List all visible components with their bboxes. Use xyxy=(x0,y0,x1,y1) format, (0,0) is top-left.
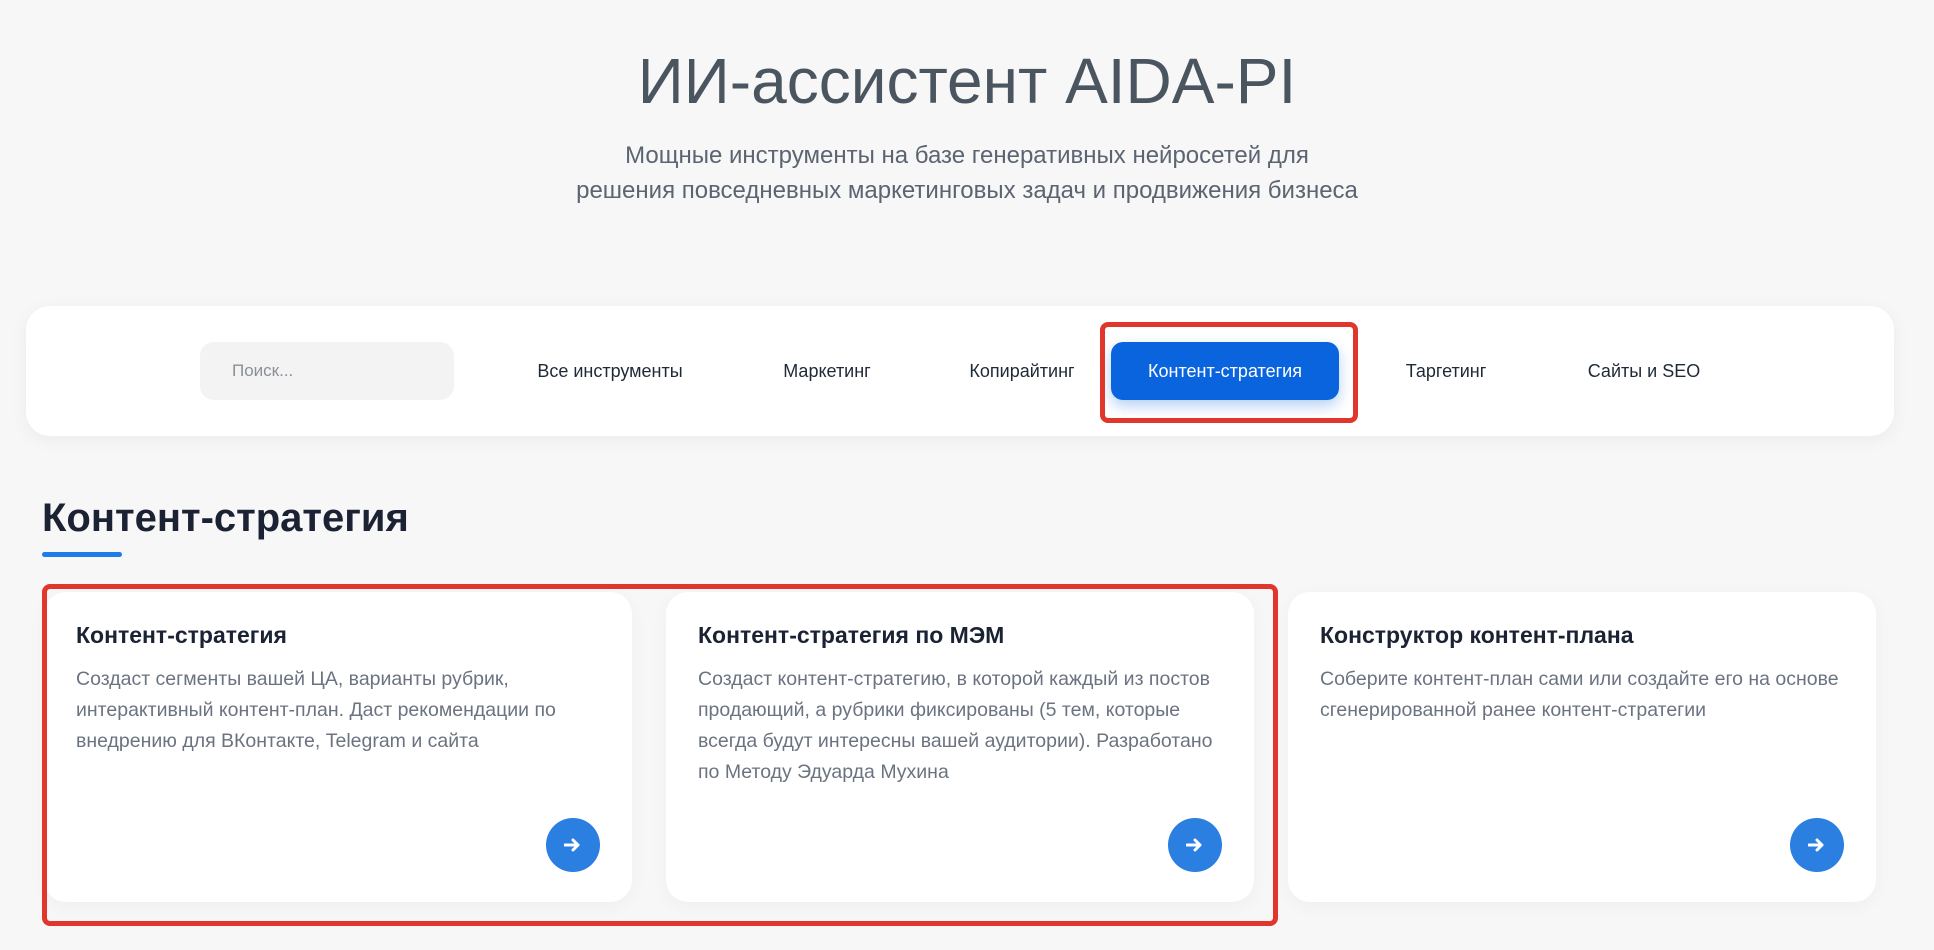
tool-card[interactable]: Контент-стратегия по МЭМ Создаст контент… xyxy=(666,592,1254,902)
tool-card[interactable]: Конструктор контент-плана Соберите конте… xyxy=(1288,592,1876,902)
tab-sites-seo[interactable]: Сайты и SEO xyxy=(1566,342,1722,400)
open-tool-button[interactable] xyxy=(1168,818,1222,872)
tab-marketing[interactable]: Маркетинг xyxy=(754,342,900,400)
tool-card[interactable]: Контент-стратегия Создаст сегменты вашей… xyxy=(44,592,632,902)
open-tool-button[interactable] xyxy=(546,818,600,872)
page-subtitle: Мощные инструменты на базе генеративных … xyxy=(0,138,1934,208)
card-title: Контент-стратегия по МЭМ xyxy=(698,622,1005,648)
card-description: Создаст контент-стратегию, в которой каж… xyxy=(698,668,1213,783)
card-description: Соберите контент-план сами или создайте … xyxy=(1320,668,1839,721)
card-title: Контент-стратегия xyxy=(76,622,287,648)
tab-content-strategy[interactable]: Контент-стратегия xyxy=(1111,342,1339,400)
subtitle-line-1: Мощные инструменты на базе генеративных … xyxy=(625,142,1309,169)
subtitle-line-2: решения повседневных маркетинговых задач… xyxy=(576,177,1358,204)
search-input[interactable] xyxy=(200,342,454,400)
section-title: Контент-стратегия xyxy=(42,496,409,540)
card-description: Создаст сегменты вашей ЦА, варианты рубр… xyxy=(76,668,556,752)
card-title: Конструктор контент-плана xyxy=(1320,622,1634,648)
arrow-right-icon xyxy=(1186,838,1202,852)
open-tool-button[interactable] xyxy=(1790,818,1844,872)
filter-bar: Все инструменты Маркетинг Копирайтинг Ко… xyxy=(26,306,1894,436)
arrow-right-icon xyxy=(564,838,580,852)
arrow-right-icon xyxy=(1808,838,1824,852)
page-title: ИИ-ассистент AIDA-PI xyxy=(637,45,1297,117)
section-title-underline xyxy=(42,552,122,557)
tab-targeting[interactable]: Таргетинг xyxy=(1376,342,1516,400)
tab-copywriting[interactable]: Копирайтинг xyxy=(938,342,1106,400)
tab-all-tools[interactable]: Все инструменты xyxy=(500,342,720,400)
